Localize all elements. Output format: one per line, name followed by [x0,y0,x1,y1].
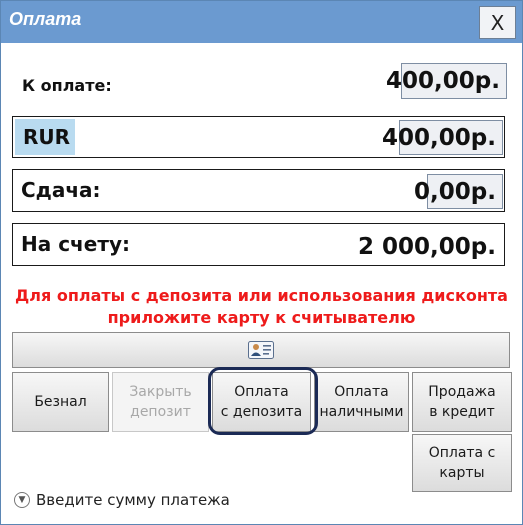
cashless-label: Безнал [34,394,87,410]
payment-dialog: Оплата X К оплате: 400,00р. RUR 400,00р.… [0,0,523,525]
card-hint: Для оплаты с депозита или использования … [1,285,522,329]
close-deposit-label-2: депозит [130,404,191,420]
balance-label: На счету: [21,232,130,256]
card-hint-line2: приложите карту к считывателю [107,308,416,327]
change-label: Сдача: [21,178,101,202]
close-button[interactable]: X [479,6,516,39]
title-bar: Оплата X [1,1,522,43]
currency-value: 400,00р. [382,124,496,151]
close-deposit-button[interactable]: Закрыть депозит [112,372,209,432]
card-pay-button[interactable]: Оплата с карты [412,434,512,492]
cash-pay-button[interactable]: Оплата наличными [314,372,409,432]
card-hint-line1: Для оплаты с депозита или использования … [15,286,508,305]
change-value: 0,00р. [414,178,496,205]
balance-row: На счету: 2 000,00р. [12,223,505,266]
to-pay-label: К оплате: [22,76,112,95]
credit-sale-button[interactable]: Продажа в кредит [412,372,512,432]
id-card-icon [248,341,274,359]
deposit-pay-button[interactable]: Оплата с депозита [212,372,311,432]
change-row: Сдача: 0,00р. [12,169,505,212]
deposit-pay-label-1: Оплата [234,384,289,400]
change-amount: 0,00р. [414,174,503,209]
card-pay-label-2: карты [439,465,485,481]
footer-text: Введите сумму платежа [36,491,230,509]
currency-amount-input[interactable]: 400,00р. [382,120,503,155]
balance-value: 2 000,00р. [358,234,496,260]
close-deposit-label-1: Закрыть [129,384,192,400]
dialog-title: Оплата [9,9,82,29]
credit-sale-label-1: Продажа [428,384,496,400]
to-pay-value: 400,00р. [386,68,500,94]
cashless-button[interactable]: Безнал [12,372,109,432]
credit-sale-label-2: в кредит [429,404,495,420]
card-reader-button[interactable] [12,332,510,368]
chevron-down-icon[interactable]: ▼ [14,492,30,508]
currency-code-text: RUR [23,125,71,149]
cash-pay-label-2: наличными [319,404,404,420]
footer[interactable]: ▼ Введите сумму платежа [14,491,230,509]
to-pay-amount: 400,00р. [386,63,507,99]
currency-row[interactable]: RUR 400,00р. [12,116,505,158]
currency-code: RUR [15,119,75,155]
card-pay-label-1: Оплата с [428,445,496,461]
deposit-pay-label-2: с депозита [220,404,303,420]
cash-pay-label-1: Оплата [334,384,389,400]
